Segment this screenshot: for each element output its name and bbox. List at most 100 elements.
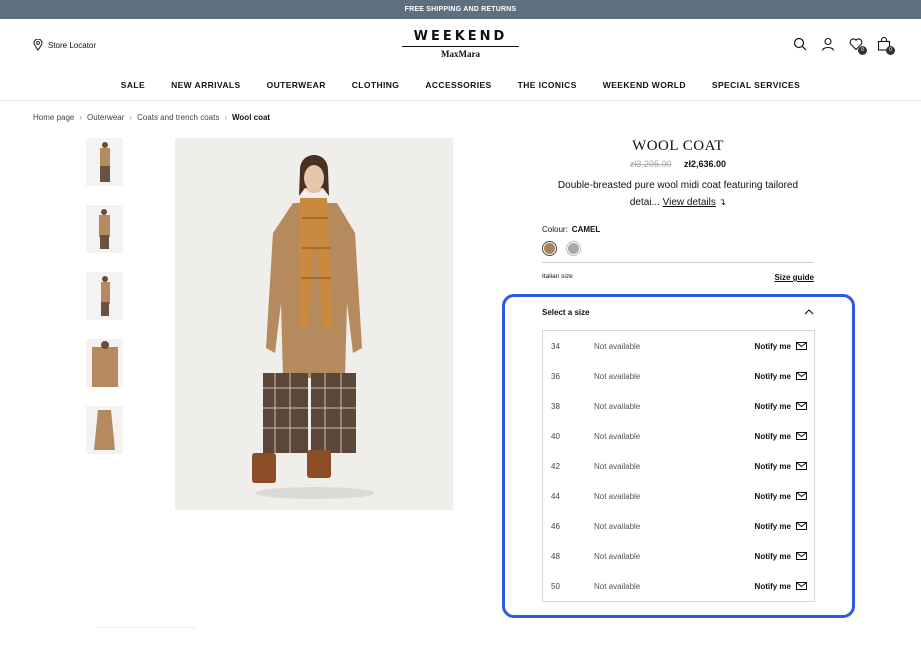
chevron-right-icon: ›: [129, 113, 133, 122]
bag-button[interactable]: 0: [877, 36, 895, 55]
breadcrumb-coats[interactable]: Coats and trench coats: [137, 113, 219, 122]
size-value: 36: [551, 371, 560, 381]
description-line-2: detai... View details ↴: [542, 194, 814, 211]
size-value: 42: [551, 461, 560, 471]
availability-status: Not available: [594, 521, 641, 531]
nav-item-clothing[interactable]: CLOTHING: [352, 80, 400, 90]
availability-status: Not available: [594, 551, 641, 561]
main-nav: SALE NEW ARRIVALS OUTERWEAR CLOTHING ACC…: [0, 80, 921, 90]
select-size-label: Select a size: [542, 308, 590, 317]
product-main-image[interactable]: [175, 138, 453, 510]
availability-status: Not available: [594, 491, 641, 501]
nav-item-weekend-world[interactable]: WEEKEND WORLD: [603, 80, 686, 90]
size-option[interactable]: 46 Not available Notify me: [543, 511, 814, 541]
product-thumbnail-image: [100, 142, 110, 182]
availability-status: Not available: [594, 341, 641, 351]
brand-logo[interactable]: WEEKEND MaxMara: [402, 29, 519, 59]
availability-status: Not available: [594, 431, 641, 441]
wishlist-button[interactable]: 0: [849, 37, 867, 55]
wishlist-count-badge: 0: [858, 46, 867, 55]
size-option[interactable]: 44 Not available Notify me: [543, 481, 814, 511]
notify-me-button[interactable]: Notify me: [755, 432, 807, 441]
envelope-icon: [796, 582, 807, 590]
sale-price: zł2,636.00: [684, 159, 727, 169]
nav-item-special-services[interactable]: SPECIAL SERVICES: [712, 80, 800, 90]
nav-item-the-iconics[interactable]: THE ICONICS: [518, 80, 577, 90]
notify-me-button[interactable]: Notify me: [755, 462, 807, 471]
site-header: Store Locator WEEKEND MaxMara 0 0 SALE N…: [0, 19, 921, 101]
notify-me-button[interactable]: Notify me: [755, 522, 807, 531]
size-value: 40: [551, 431, 560, 441]
envelope-icon: [796, 402, 807, 410]
nav-item-outerwear[interactable]: OUTERWEAR: [267, 80, 326, 90]
arrow-down-right-icon: ↴: [718, 197, 727, 207]
notify-me-button[interactable]: Notify me: [755, 372, 807, 381]
divider: [97, 627, 197, 628]
thumbnail-4[interactable]: [86, 339, 123, 387]
size-option[interactable]: 36 Not available Notify me: [543, 361, 814, 391]
product-info: WOOL COAT zł3,295.00 zł2,636.00 Double-b…: [542, 138, 814, 282]
chevron-right-icon: ›: [224, 113, 228, 122]
breadcrumb: Home page › Outerwear › Coats and trench…: [33, 113, 270, 122]
location-pin-icon: [33, 39, 43, 51]
size-list: 34 Not available Notify me 36 Not availa…: [542, 330, 815, 602]
envelope-icon: [796, 432, 807, 440]
notify-me-button[interactable]: Notify me: [755, 552, 807, 561]
store-locator-link[interactable]: Store Locator: [33, 39, 96, 51]
size-guide-link[interactable]: Size guide: [774, 273, 814, 282]
header-icons: 0 0: [793, 36, 895, 55]
account-button[interactable]: [821, 37, 835, 51]
colour-label: Colour: CAMEL: [542, 225, 814, 234]
size-option[interactable]: 34 Not available Notify me: [543, 331, 814, 361]
size-option[interactable]: 50 Not available Notify me: [543, 571, 814, 601]
notify-me-button[interactable]: Notify me: [755, 582, 807, 591]
availability-status: Not available: [594, 581, 641, 591]
notify-me-button[interactable]: Notify me: [755, 402, 807, 411]
store-locator-label: Store Locator: [48, 40, 97, 50]
envelope-icon: [796, 462, 807, 470]
nav-item-sale[interactable]: SALE: [121, 80, 145, 90]
nav-item-new-arrivals[interactable]: NEW ARRIVALS: [171, 80, 241, 90]
bag-count-badge: 0: [886, 46, 895, 55]
breadcrumb-outerwear[interactable]: Outerwear: [87, 113, 124, 122]
description-line-1: Double-breasted pure wool midi coat feat…: [557, 180, 799, 191]
thumbnail-5[interactable]: [86, 406, 123, 454]
envelope-icon: [796, 372, 807, 380]
size-option[interactable]: 42 Not available Notify me: [543, 451, 814, 481]
notify-me-label: Notify me: [754, 341, 791, 351]
size-value: 34: [551, 341, 560, 351]
search-icon: [793, 37, 807, 51]
chevron-up-icon: [804, 309, 814, 315]
swatch-camel-fill: [544, 243, 555, 254]
view-details-link[interactable]: View details: [663, 197, 716, 208]
size-option[interactable]: 40 Not available Notify me: [543, 421, 814, 451]
product-photo: [175, 138, 453, 510]
swatch-grey-fill: [568, 243, 579, 254]
logo-divider: [402, 46, 519, 47]
search-button[interactable]: [793, 37, 807, 51]
size-option[interactable]: 38 Not available Notify me: [543, 391, 814, 421]
size-option[interactable]: 48 Not available Notify me: [543, 541, 814, 571]
size-system-label: Italian size: [542, 273, 573, 280]
divider: [542, 262, 814, 263]
description-truncated: detai...: [629, 197, 660, 208]
swatch-camel[interactable]: [542, 241, 557, 256]
nav-item-accessories[interactable]: ACCESSORIES: [425, 80, 491, 90]
product-title: WOOL COAT: [632, 138, 724, 154]
swatch-grey[interactable]: [566, 241, 581, 256]
availability-status: Not available: [594, 371, 641, 381]
notify-me-button[interactable]: Notify me: [755, 492, 807, 501]
product-thumbnail-image: [101, 276, 110, 316]
notify-me-label: Notify me: [754, 551, 791, 561]
colour-value: CAMEL: [571, 225, 601, 234]
size-dropdown-header[interactable]: Select a size: [542, 308, 814, 317]
breadcrumb-home[interactable]: Home page: [33, 113, 74, 122]
notify-me-label: Notify me: [754, 431, 791, 441]
thumbnail-3[interactable]: [86, 272, 123, 320]
envelope-icon: [796, 522, 807, 530]
availability-status: Not available: [594, 401, 641, 411]
notify-me-button[interactable]: Notify me: [755, 342, 807, 351]
thumbnail-1[interactable]: [86, 138, 123, 186]
thumbnail-2[interactable]: [86, 205, 123, 253]
envelope-icon: [796, 492, 807, 500]
